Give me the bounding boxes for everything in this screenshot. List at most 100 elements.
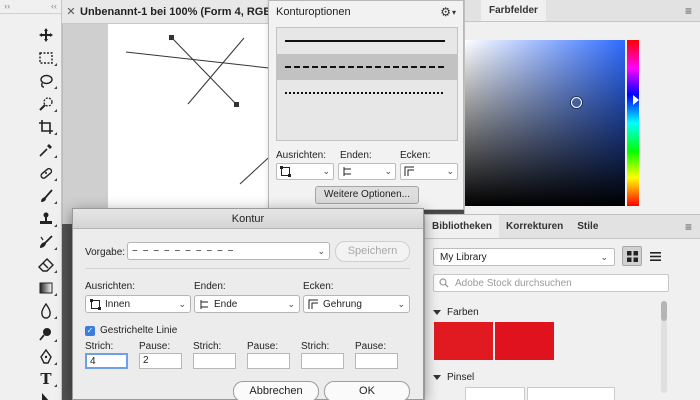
crop-tool-icon[interactable] — [36, 118, 57, 136]
stroke-align-select[interactable]: ⌄ — [276, 163, 334, 180]
dashed-line-label: Gestrichelte Linie — [100, 325, 178, 336]
preset-value: − − − − − − − − − − — [132, 245, 235, 257]
preset-select[interactable]: − − − − − − − − − − ⌄ — [127, 242, 330, 260]
stroke-corners-select[interactable]: ⌄ — [400, 163, 458, 180]
corners-select[interactable]: Gehrung ⌄ — [303, 295, 410, 313]
collapse-panel-icon[interactable]: ‹‹ — [51, 0, 57, 13]
checkmark-icon: ✓ — [85, 325, 95, 336]
libraries-scrollbar[interactable] — [661, 301, 667, 393]
gear-glyph: ⚙ — [440, 5, 451, 19]
library-color-swatch[interactable] — [495, 322, 554, 360]
stock-search-input[interactable]: Adobe Stock durchsuchen — [433, 274, 669, 292]
tab-styles[interactable]: Stile — [570, 215, 605, 238]
stroke-ends-select[interactable]: ⌄ — [338, 163, 396, 180]
color-field[interactable] — [465, 40, 625, 206]
stroke-style-solid[interactable] — [277, 28, 457, 54]
history-brush-tool-icon[interactable] — [36, 233, 57, 251]
panel-menu-icon[interactable]: ≡ — [677, 0, 700, 21]
tab-libraries[interactable]: Bibliotheken — [425, 215, 500, 238]
quick-select-tool-icon[interactable] — [36, 95, 57, 113]
disclosure-triangle-icon — [433, 310, 441, 315]
ends-value: Ende — [214, 298, 238, 310]
pen-tool-icon[interactable] — [36, 348, 57, 366]
lasso-tool-icon[interactable] — [36, 72, 57, 90]
stroke-style-dashed[interactable] — [277, 54, 457, 80]
healing-brush-tool-icon[interactable] — [36, 164, 57, 182]
library-color-swatch[interactable] — [434, 322, 493, 360]
dash-3-input[interactable] — [301, 353, 344, 369]
eyedropper-tool-icon[interactable] — [36, 141, 57, 159]
chevron-down-icon: ⌄ — [287, 298, 295, 309]
brush-tool-icon[interactable] — [36, 187, 57, 205]
preset-label: Vorgabe: — [85, 247, 126, 258]
gradient-tool-icon[interactable] — [36, 279, 57, 297]
align-value: Innen — [105, 298, 131, 310]
align-inside-icon — [90, 298, 101, 310]
document-title: Unbenannt-1 bei 100% (Form 4, RGB/ — [80, 5, 275, 18]
canvas-line-1 — [125, 51, 278, 70]
save-preset-button[interactable]: Speichern — [335, 241, 410, 262]
marquee-tool-icon[interactable] — [36, 49, 57, 67]
ends-select[interactable]: Ende ⌄ — [194, 295, 300, 313]
stroke-corners-label: Ecken: — [400, 150, 431, 161]
ok-button[interactable]: OK — [324, 381, 410, 400]
brushes-section-header[interactable]: Pinsel — [433, 372, 474, 383]
dash-label: Strich: — [193, 341, 222, 352]
type-tool-icon[interactable]: T — [36, 370, 57, 388]
stroke-style-dotted[interactable] — [277, 80, 457, 106]
gear-icon[interactable]: ⚙ ▾ — [440, 5, 456, 19]
cap-butt-icon — [200, 299, 208, 309]
panel-menu-icon[interactable]: ≡ — [677, 215, 700, 238]
dashed-line-checkbox[interactable]: ✓ Gestrichelte Linie — [85, 325, 177, 336]
chevron-down-icon: ▾ — [451, 7, 456, 17]
library-brush-item[interactable] — [527, 387, 615, 400]
grid-view-icon[interactable] — [622, 246, 642, 266]
stroke-options-title: Konturoptionen — [276, 6, 351, 18]
list-view-icon[interactable] — [645, 246, 665, 266]
dash-2-input[interactable] — [193, 353, 236, 369]
dash-label: Strich: — [85, 341, 114, 352]
color-picker-handle[interactable] — [571, 97, 582, 108]
dash-label: Strich: — [301, 341, 330, 352]
document-tab[interactable]: ✕ Unbenannt-1 bei 100% (Form 4, RGB/ — [62, 0, 282, 24]
document-canvas[interactable] — [108, 24, 278, 214]
tab-swatches[interactable]: Farbfelder — [481, 0, 546, 21]
scrollbar-thumb[interactable] — [661, 301, 667, 321]
chevron-down-icon: ⌄ — [446, 166, 454, 176]
chevron-down-icon: ⌄ — [397, 298, 405, 309]
dialog-separator — [85, 268, 410, 269]
close-document-icon[interactable]: ✕ — [62, 5, 80, 18]
hue-slider-handle[interactable] — [633, 95, 639, 105]
cancel-button[interactable]: Abbrechen — [233, 381, 319, 400]
colors-section-header[interactable]: Farben — [433, 307, 479, 318]
stroke-style-list[interactable] — [276, 27, 458, 141]
chevron-down-icon: ⌄ — [600, 251, 608, 262]
eraser-tool-icon[interactable] — [36, 256, 57, 274]
blur-tool-icon[interactable] — [36, 302, 57, 320]
stamp-tool-icon[interactable] — [36, 210, 57, 228]
gap-1-input[interactable]: 2 — [139, 353, 182, 369]
move-tool-icon[interactable] — [36, 26, 56, 44]
gap-3-input[interactable] — [355, 353, 398, 369]
expand-panel-icon[interactable]: ›› — [4, 0, 10, 13]
align-inside-icon — [280, 166, 291, 177]
gap-2-input[interactable] — [247, 353, 290, 369]
more-options-button[interactable]: Weitere Optionen... — [315, 186, 419, 204]
anchor-point — [234, 102, 239, 107]
library-brush-item[interactable] — [465, 387, 525, 400]
library-select-value: My Library — [440, 251, 487, 263]
dodge-tool-icon[interactable] — [36, 325, 57, 343]
dash-1-input[interactable]: 4 — [85, 353, 128, 369]
tools-panel: ›› ‹‹ T — [0, 0, 62, 400]
tab-adjustments[interactable]: Korrekturen — [499, 215, 570, 238]
ends-label: Enden: — [194, 281, 226, 292]
tab-color-hidden[interactable] — [465, 0, 481, 21]
corners-value: Gehrung — [323, 298, 362, 310]
path-select-tool-icon[interactable] — [36, 391, 56, 400]
library-select[interactable]: My Library ⌄ — [433, 248, 615, 266]
hue-slider[interactable] — [627, 40, 639, 206]
stroke-dialog: Kontur Vorgabe: − − − − − − − − − − ⌄ Sp… — [72, 208, 424, 400]
stroke-align-label: Ausrichten: — [276, 150, 327, 161]
chevron-down-icon: ⌄ — [322, 166, 330, 176]
align-select[interactable]: Innen ⌄ — [85, 295, 191, 313]
